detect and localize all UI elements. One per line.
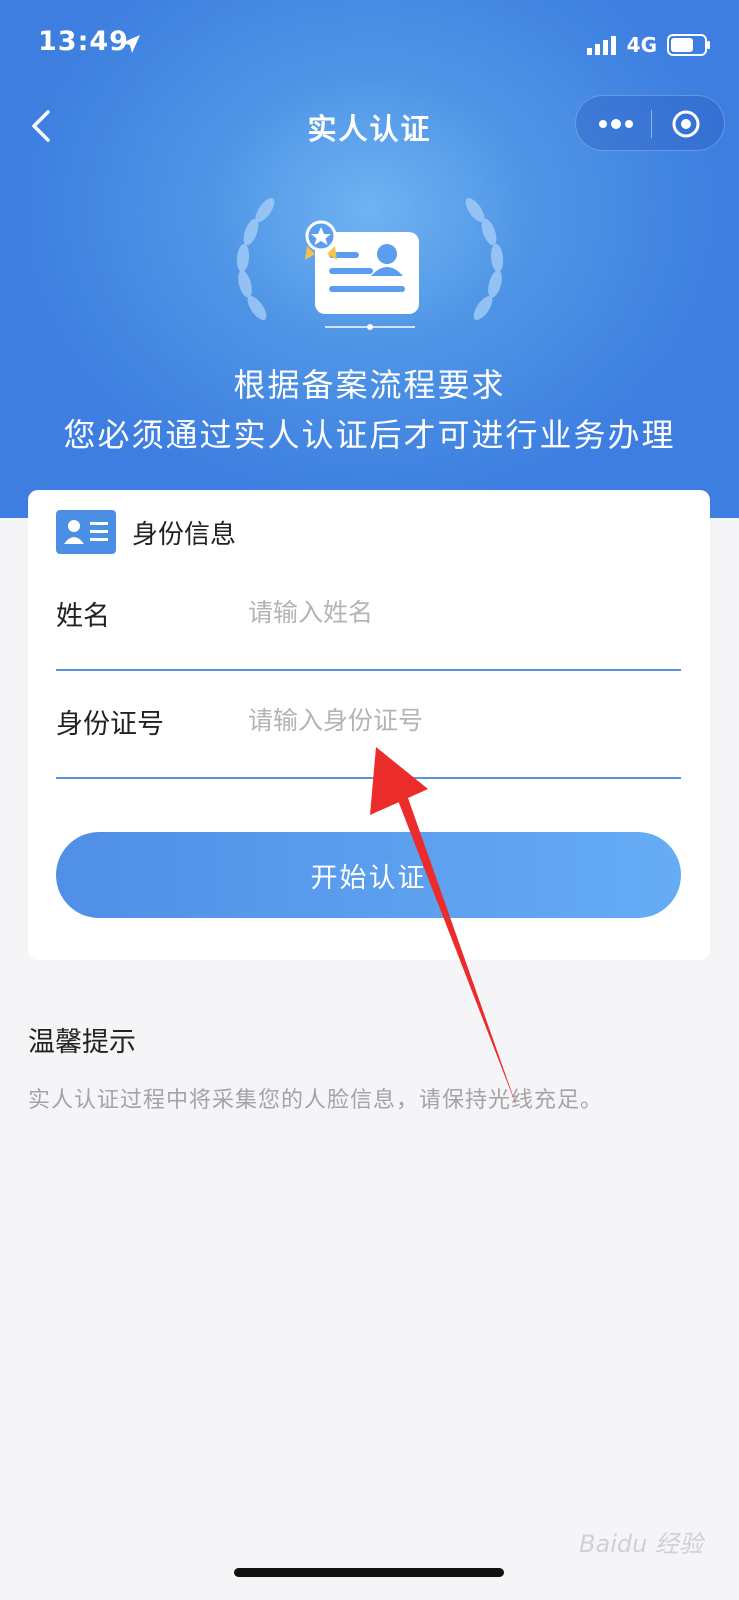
annotation-arrow-icon bbox=[370, 747, 518, 1110]
hero-line-1: 根据备案流程要求 bbox=[233, 366, 506, 404]
name-input[interactable] bbox=[248, 588, 668, 636]
status-time: 13:49 bbox=[38, 26, 129, 57]
watermark: Baidu 经验 bbox=[579, 1530, 703, 1558]
name-label: 姓名 bbox=[56, 601, 110, 632]
nav-bar: 实人认证 bbox=[0, 90, 739, 162]
more-dots-icon[interactable] bbox=[596, 110, 636, 138]
network-type-label: 4G bbox=[626, 33, 657, 57]
status-bar: 13:49 4G bbox=[0, 0, 739, 90]
signal-icon bbox=[586, 36, 616, 55]
capsule-divider bbox=[651, 110, 652, 138]
section-title: 身份信息 bbox=[132, 520, 237, 550]
home-indicator bbox=[234, 1568, 504, 1577]
miniapp-capsule bbox=[575, 95, 725, 151]
id-number-label: 身份证号 bbox=[56, 709, 164, 740]
name-field: 姓名 bbox=[56, 562, 681, 671]
id-card-icon bbox=[56, 510, 116, 554]
miniapp-target-icon[interactable] bbox=[670, 108, 702, 140]
status-indicators: 4G bbox=[586, 30, 711, 60]
tips-title: 温馨提示 bbox=[28, 1027, 136, 1058]
battery-icon bbox=[667, 34, 710, 56]
id-verification-illustration bbox=[236, 198, 504, 330]
hero-line-2: 您必须通过实人认证后才可进行业务办理 bbox=[63, 416, 676, 454]
location-arrow-icon bbox=[122, 35, 140, 53]
